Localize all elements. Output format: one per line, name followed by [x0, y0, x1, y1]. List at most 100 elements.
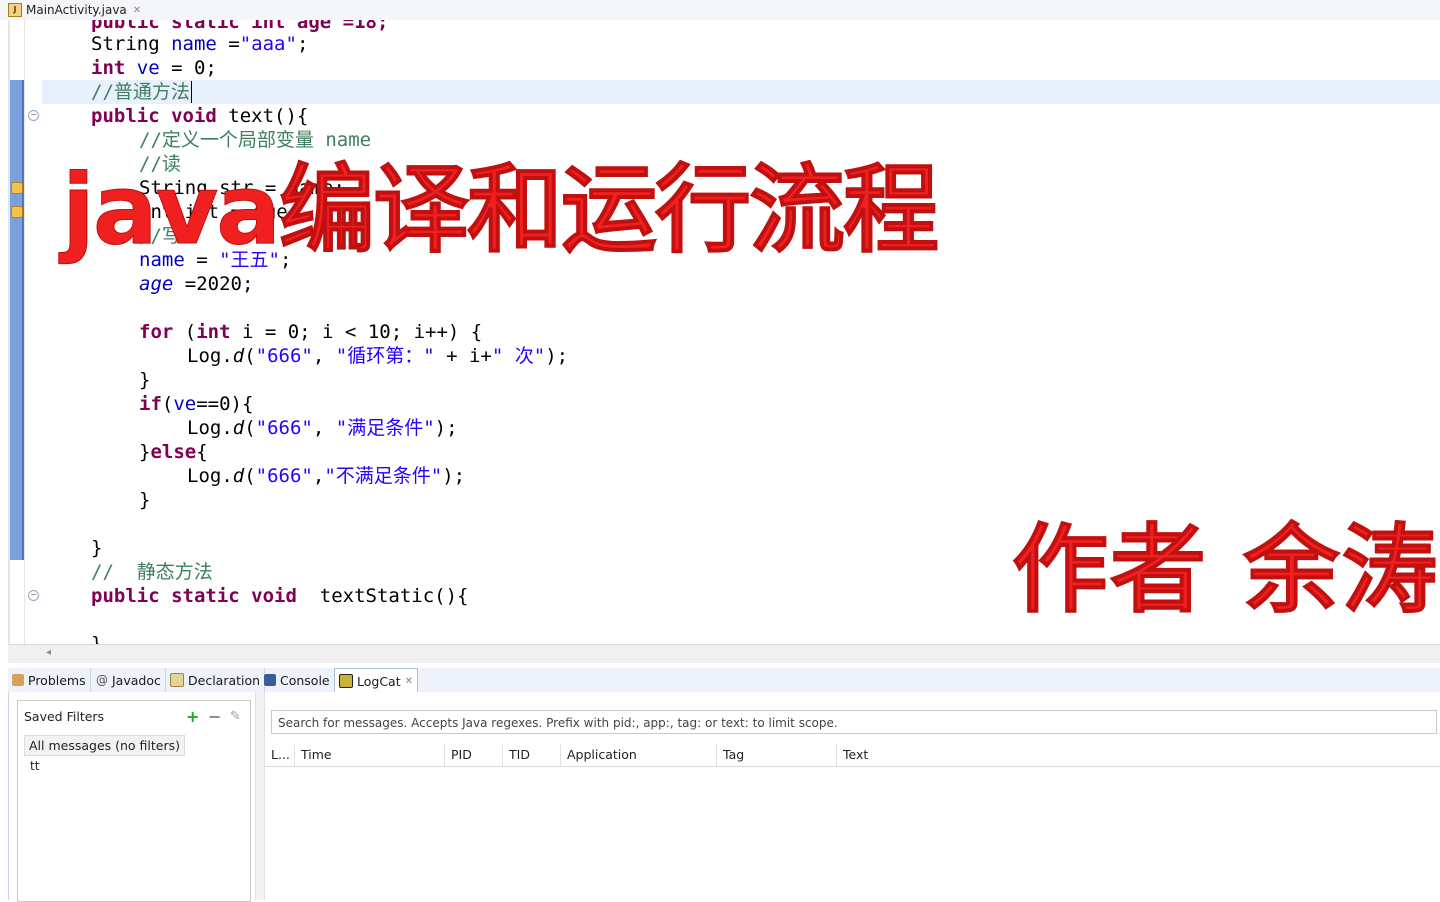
code-token: "不满足条件": [324, 465, 443, 487]
code-token: =: [216, 33, 240, 55]
tab-problems[interactable]: Problems: [8, 668, 91, 692]
code-token: name: [171, 33, 217, 55]
code-token: for: [139, 321, 174, 343]
pane-splitter[interactable]: [255, 692, 265, 900]
code-token: if: [139, 393, 162, 415]
tab-console[interactable]: Console: [260, 668, 335, 692]
code-token: public void: [91, 105, 229, 127]
code-token: }: [91, 537, 103, 559]
tab-label: Console: [280, 672, 330, 688]
text-cursor: [190, 81, 192, 103]
column-header-text[interactable]: Text: [837, 744, 1440, 766]
editor-horizontal-scrollbar[interactable]: ◂: [8, 644, 1440, 663]
tab-declaration[interactable]: Declaration: [166, 668, 266, 692]
code-token: public static void: [91, 585, 309, 607]
code-line: for (int i = 0; i < 10; i++) {: [139, 320, 482, 344]
code-token: else: [150, 441, 197, 463]
current-line-highlight: [42, 80, 1440, 104]
edit-filter-icon[interactable]: ✎: [230, 709, 241, 724]
filter-all-messages[interactable]: All messages (no filters): [24, 735, 186, 756]
code-line: String name ="aaa";: [91, 32, 308, 56]
tab-javadoc[interactable]: @ Javadoc: [92, 668, 166, 692]
log-table-header: L... Time PID TID Application Tag Text: [265, 744, 1440, 767]
code-token: ,: [312, 345, 336, 367]
code-token: int: [196, 321, 231, 343]
code-line: //普通方法: [91, 80, 192, 104]
code-token: "666": [255, 417, 313, 439]
column-header-time[interactable]: Time: [295, 744, 445, 766]
column-header-level[interactable]: L...: [265, 744, 295, 766]
editor-tab-mainactivity[interactable]: J MainActivity.java ✕: [8, 0, 141, 20]
code-line: Log.d("666", "满足条件");: [187, 416, 458, 440]
tab-logcat[interactable]: LogCat ✕: [334, 668, 419, 693]
code-token: Log.: [187, 417, 233, 439]
code-token: "666": [255, 345, 313, 367]
editor-tab-bar: J MainActivity.java ✕: [0, 0, 1440, 21]
column-header-pid[interactable]: PID: [445, 744, 503, 766]
code-token: // 静态方法: [91, 561, 213, 583]
code-line: }: [139, 488, 150, 512]
code-token: = 0;: [159, 57, 217, 79]
editor-tab-label: MainActivity.java: [26, 3, 127, 17]
code-token: " 次": [491, 345, 546, 367]
code-line: public static void textStatic(){: [91, 584, 469, 608]
code-token: (: [244, 417, 256, 439]
code-token: );: [434, 417, 458, 439]
warning-marker-icon[interactable]: [11, 206, 23, 218]
code-token: ==0){: [196, 393, 254, 415]
code-line: Log.d("666", "循环第：" + i+" 次");: [187, 344, 568, 368]
code-token: i = 0; i < 10; i++) {: [230, 321, 483, 343]
code-token: {: [196, 441, 208, 463]
code-token: "满足条件": [335, 417, 435, 439]
tab-label: Problems: [28, 672, 86, 688]
logcat-search-input[interactable]: Search for messages. Accepts Java regexe…: [271, 710, 1437, 734]
code-line: Log.d("666","不满足条件");: [187, 464, 465, 488]
fold-collapse-icon[interactable]: −: [28, 590, 39, 601]
java-file-icon: J: [8, 3, 22, 17]
code-line: int ve = 0;: [91, 56, 217, 80]
code-line: public void text(){: [91, 104, 308, 128]
tab-label: LogCat: [357, 673, 401, 689]
code-token: ,: [312, 417, 336, 439]
column-header-tid[interactable]: TID: [503, 744, 561, 766]
close-icon[interactable]: ✕: [133, 5, 141, 16]
logcat-icon: [339, 674, 353, 688]
add-filter-icon[interactable]: +: [186, 707, 199, 726]
code-token: );: [545, 345, 569, 367]
code-token: }: [139, 489, 151, 511]
tab-label: Javadoc: [112, 672, 161, 688]
code-token: ,: [312, 465, 325, 487]
scroll-left-arrow-icon[interactable]: ◂: [46, 647, 51, 658]
change-ruler-marker: [10, 80, 24, 560]
code-token: + i+: [434, 345, 492, 367]
code-token: ve: [136, 57, 160, 79]
editor-gutter-separator: [24, 20, 25, 650]
saved-filters-title: Saved Filters: [24, 709, 105, 724]
code-line: //定义一个局部变量 name: [139, 128, 371, 152]
column-header-tag[interactable]: Tag: [717, 744, 837, 766]
code-line: }: [91, 536, 102, 560]
code-token: name: [325, 129, 372, 151]
problems-icon: [12, 674, 24, 686]
column-header-application[interactable]: Application: [561, 744, 717, 766]
code-token: String: [91, 33, 172, 55]
code-token: "循环第：": [335, 345, 435, 367]
saved-filters-pane: Saved Filters + − ✎ All messages (no fil…: [17, 700, 251, 902]
code-line: if(ve==0){: [139, 392, 253, 416]
filter-item[interactable]: tt: [30, 759, 39, 773]
code-token: Log.: [187, 345, 233, 367]
code-token: (: [173, 321, 197, 343]
code-token: "aaa": [239, 33, 297, 55]
remove-filter-icon[interactable]: −: [208, 707, 221, 726]
code-token: (: [244, 345, 256, 367]
close-icon[interactable]: ✕: [405, 676, 413, 687]
warning-marker-icon[interactable]: [11, 182, 23, 194]
code-token: d: [232, 345, 245, 367]
overlay-author: 作者 余涛: [1011, 514, 1440, 626]
fold-collapse-icon[interactable]: −: [28, 110, 39, 121]
code-line: age =2020;: [139, 272, 253, 296]
code-line: // 静态方法: [91, 560, 213, 584]
code-token: d: [232, 417, 245, 439]
code-token: //普通方法: [91, 81, 190, 103]
console-icon: [264, 674, 276, 686]
